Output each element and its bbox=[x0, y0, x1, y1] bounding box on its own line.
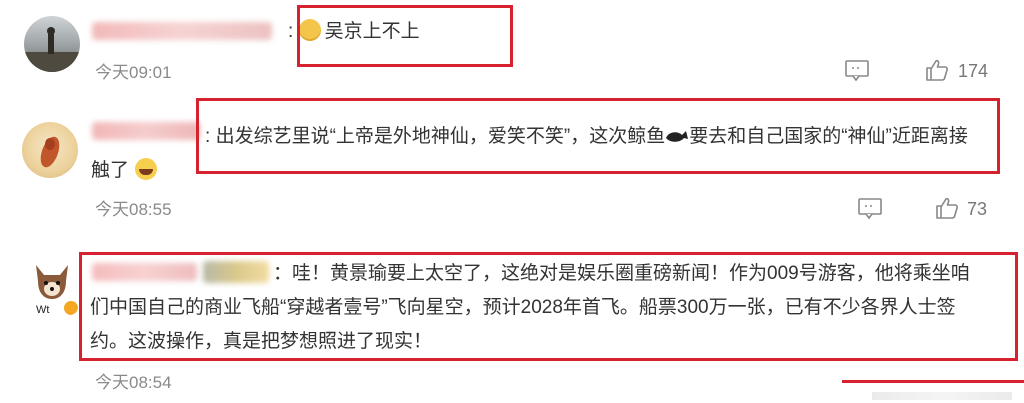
like-count: 174 bbox=[958, 61, 989, 81]
highlight-box bbox=[196, 98, 1000, 174]
comment-item-3: Wt ：哇！黄景瑜要上太空了，这绝对是娱乐圈重磅新闻！作为009号游客，他将乘坐… bbox=[0, 235, 1024, 403]
highlight-box bbox=[297, 5, 513, 67]
separator: : bbox=[288, 21, 294, 42]
comment-icon[interactable] bbox=[858, 198, 882, 220]
highlight-box bbox=[79, 252, 1018, 361]
username-blurred[interactable] bbox=[92, 22, 272, 40]
avatar[interactable] bbox=[24, 16, 80, 72]
thumbs-up-icon[interactable] bbox=[925, 59, 949, 81]
timestamp: 今天08:55 bbox=[95, 200, 172, 219]
timestamp: 今天09:01 bbox=[95, 63, 172, 82]
laughing-emoji-icon bbox=[135, 158, 158, 180]
username-blurred[interactable] bbox=[92, 122, 200, 140]
svg-text:Wt: Wt bbox=[36, 304, 49, 315]
comment-icon[interactable] bbox=[845, 60, 869, 82]
avatar[interactable] bbox=[22, 122, 78, 178]
comment-body: 触了 bbox=[91, 160, 130, 181]
timestamp: 今天08:54 bbox=[95, 373, 172, 392]
thumbs-up-icon[interactable] bbox=[935, 197, 959, 219]
comment-item-1: : 吴京上不上 今天09:01 174 bbox=[0, 0, 1024, 100]
like-count: 73 bbox=[967, 199, 988, 219]
verified-badge-icon bbox=[62, 299, 78, 315]
avatar[interactable]: Wt bbox=[26, 259, 78, 315]
comment-item-2: : 出发综艺里说“上帝是外地神仙，爱笑不笑”，这次鲸鱼 要去和自己国家的“神仙”近… bbox=[0, 98, 1024, 235]
watermark bbox=[842, 380, 1024, 403]
